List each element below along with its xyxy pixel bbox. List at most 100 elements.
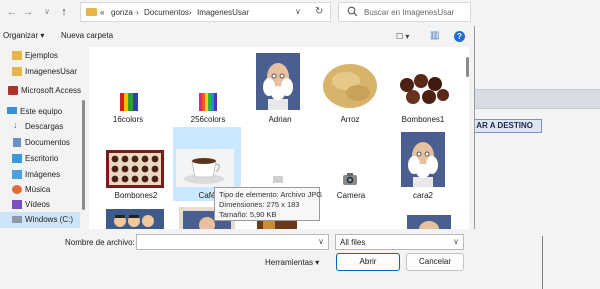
file-item-camera[interactable]: Camera xyxy=(317,132,385,210)
filename-label: Nombre de archivo: xyxy=(65,238,135,247)
tools-button[interactable]: Herramientas ▾ xyxy=(265,258,319,267)
breadcrumb-overflow[interactable]: « xyxy=(100,8,104,17)
file-item-bombones2[interactable]: Bombones2 xyxy=(102,132,170,210)
open-button[interactable]: Abrir xyxy=(336,253,400,271)
navigation-bar: ← → ∨ ↑ « gonza › Documentos › ImagenesU… xyxy=(0,0,475,26)
filetype-value: All files xyxy=(340,238,366,247)
file-name: Bombones2 xyxy=(114,191,158,200)
filetype-select[interactable]: All files ∨ xyxy=(335,234,464,250)
sidebar-item-label: Música xyxy=(25,185,51,194)
sidebar-item-microsoft-access[interactable]: Microsoft Access xyxy=(0,83,82,99)
sidebar-item-label: Windows (C:) xyxy=(25,215,74,224)
back-button[interactable]: ← xyxy=(5,5,19,19)
address-bar[interactable]: « gonza › Documentos › ImagenesUsar ∨ ↻ xyxy=(80,2,331,22)
sidebar-item-descargas[interactable]: ↓ Descargas xyxy=(0,119,80,135)
file-name: 16colors xyxy=(112,115,144,124)
sidebar-item-label: ImagenesUsar xyxy=(25,67,78,76)
breadcrumb-imagenesusar[interactable]: ImagenesUsar xyxy=(197,8,249,17)
view-options-button[interactable]: ☐ ▾ xyxy=(396,32,409,41)
sidebar-item-label: Documentos xyxy=(25,138,70,147)
file-item-bombones1[interactable]: Bombones1 xyxy=(389,47,457,125)
search-icon xyxy=(347,6,358,17)
portrait-thumbnail xyxy=(401,132,445,187)
sidebar-item-label: Descargas xyxy=(25,122,64,131)
sidebar-scrollbar[interactable] xyxy=(82,100,85,210)
folder-icon xyxy=(12,51,22,60)
sidebar-item-windows-c[interactable]: Windows (C:) xyxy=(0,212,80,228)
preview-pane-button[interactable]: ▥ xyxy=(430,30,439,41)
breadcrumb-separator: › xyxy=(136,8,139,17)
color-palette-thumbnail xyxy=(199,93,217,111)
sidebar-item-label: Vídeos xyxy=(25,200,50,209)
search-box[interactable]: Buscar en ImagenesUsar xyxy=(338,2,471,22)
sidebar-item-imagenesusar[interactable]: ImagenesUsar xyxy=(0,64,80,80)
command-bar: Organizar ▾ Nueva carpeta ☐ ▾ ▥ xyxy=(0,27,475,47)
file-name: Adrian xyxy=(268,115,292,124)
content-scrollbar[interactable] xyxy=(466,57,469,77)
search-input[interactable]: Buscar en ImagenesUsar xyxy=(364,8,454,17)
open-file-dialog: ← → ∨ ↑ « gonza › Documentos › ImagenesU… xyxy=(0,0,475,289)
file-info-tooltip: Tipo de elemento: Archivo JPG Dimensione… xyxy=(214,187,323,221)
chevron-down-icon[interactable]: ∨ xyxy=(318,237,324,246)
sidebar-item-label: Escritorio xyxy=(25,154,59,163)
sidebar-item-label: Microsoft Access xyxy=(21,86,82,95)
color-palette-thumbnail xyxy=(120,93,138,111)
sidebar-item-este-equipo[interactable]: Este equipo xyxy=(0,104,80,120)
videos-icon xyxy=(12,200,22,209)
file-name: Camera xyxy=(336,191,366,200)
pictures-icon xyxy=(12,170,22,179)
image-thumbnail xyxy=(271,172,285,186)
partial-thumbnail[interactable] xyxy=(407,215,451,230)
file-item-arroz[interactable]: Arroz xyxy=(316,47,384,125)
sidebar-item-label: Ejemplos xyxy=(25,51,58,60)
portrait-thumbnail xyxy=(256,53,300,110)
organize-button[interactable]: Organizar ▾ xyxy=(3,31,44,40)
sidebar-item-videos[interactable]: Vídeos xyxy=(0,197,80,213)
sidebar-item-documentos[interactable]: Documentos xyxy=(0,135,80,151)
rice-thumbnail xyxy=(322,61,378,111)
recent-locations-button[interactable]: ∨ xyxy=(40,5,54,19)
help-button[interactable]: ? xyxy=(454,31,465,42)
tooltip-item-type: Tipo de elemento: Archivo JPG xyxy=(219,190,323,199)
file-item-adrian[interactable]: Adrian xyxy=(246,47,314,125)
forward-button[interactable]: → xyxy=(21,5,35,19)
navigation-pane: Ejemplos ImagenesUsar Microsoft Access E… xyxy=(0,47,82,229)
music-icon xyxy=(12,185,22,194)
breadcrumb-documentos[interactable]: Documentos xyxy=(144,8,189,17)
chevron-down-icon[interactable]: ∨ xyxy=(453,237,459,246)
file-item-16colors[interactable]: 16colors xyxy=(94,47,162,125)
documents-icon xyxy=(13,138,21,147)
desktop-icon xyxy=(12,154,22,163)
cancel-button[interactable]: Cancelar xyxy=(406,253,464,271)
file-item-256colors[interactable]: 256colors xyxy=(174,47,242,125)
sidebar-item-label: Imágenes xyxy=(25,170,61,179)
partial-thumbnail[interactable] xyxy=(106,209,164,230)
chevron-down-icon[interactable]: ∨ xyxy=(295,7,301,16)
background-toolbar xyxy=(475,89,600,109)
tooltip-size: Tamaño: 5,90 KB xyxy=(219,210,277,219)
up-button[interactable]: ↑ xyxy=(57,5,71,19)
camera-icon xyxy=(343,173,357,185)
filename-input[interactable]: ∨ xyxy=(136,234,329,250)
drive-icon xyxy=(12,216,22,223)
file-name: 256colors xyxy=(190,115,226,124)
file-item-cara2[interactable]: cara2 xyxy=(389,132,457,210)
sidebar-item-escritorio[interactable]: Escritorio xyxy=(0,151,80,167)
sidebar-item-musica[interactable]: Música xyxy=(0,182,80,198)
file-name: Arroz xyxy=(340,115,360,124)
access-icon xyxy=(8,86,18,95)
file-name: Bombones1 xyxy=(401,115,445,124)
computer-icon xyxy=(7,107,17,114)
background-window xyxy=(475,0,600,289)
sidebar-item-imagenes[interactable]: Imágenes xyxy=(0,167,80,183)
tooltip-dimensions: Dimensiones: 275 x 183 xyxy=(219,200,300,209)
refresh-icon[interactable]: ↻ xyxy=(315,6,323,17)
chocolates-thumbnail xyxy=(397,71,451,107)
sidebar-item-ejemplos[interactable]: Ejemplos xyxy=(0,48,80,64)
breadcrumb-gonza[interactable]: gonza xyxy=(111,8,133,17)
file-name: cara2 xyxy=(412,191,433,200)
new-folder-button[interactable]: Nueva carpeta xyxy=(61,31,113,40)
folder-icon xyxy=(12,67,22,76)
download-icon: ↓ xyxy=(13,120,18,130)
folder-icon xyxy=(86,8,97,16)
